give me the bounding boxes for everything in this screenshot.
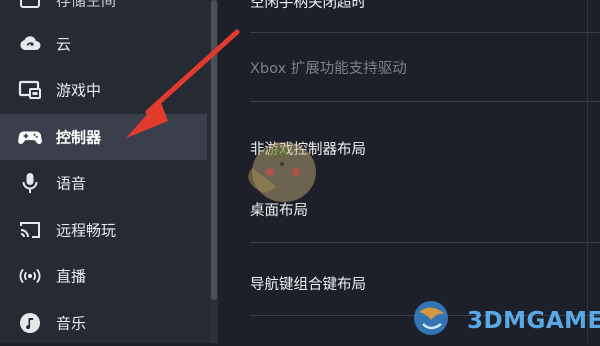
sidebar-item-label: 控制器 bbox=[56, 128, 102, 147]
mascot-watermark-icon bbox=[248, 142, 316, 202]
cast-screen-icon bbox=[18, 218, 42, 242]
sidebar-item-voice[interactable]: 语音 bbox=[0, 160, 207, 206]
sidebar-scrollbar-thumb[interactable] bbox=[211, 0, 217, 300]
microphone-icon bbox=[18, 171, 42, 195]
setting-label: 空闲手柄关闭超时 bbox=[250, 0, 366, 11]
setting-label: Xbox 扩展功能支持驱动 bbox=[250, 61, 407, 77]
sidebar-item-remote-play[interactable]: 远程畅玩 bbox=[0, 207, 207, 253]
sidebar-item-label: 远程畅玩 bbox=[56, 221, 117, 240]
brand-logo-icon bbox=[414, 301, 448, 335]
sidebar-item-label: 音乐 bbox=[56, 314, 87, 333]
broadcast-icon bbox=[18, 264, 42, 288]
divider bbox=[250, 101, 600, 102]
sidebar-item-storage[interactable]: 存储空间 bbox=[0, 0, 207, 23]
setting-row-xbox-driver: Xbox 扩展功能支持驱动 bbox=[250, 57, 600, 79]
divider bbox=[250, 242, 600, 243]
sidebar-item-broadcast[interactable]: 直播 bbox=[0, 253, 207, 299]
setting-row-idle-timeout[interactable]: 空闲手柄关闭超时 bbox=[250, 0, 600, 13]
setting-row-guide-chord-layout[interactable]: 导航键组合键布局 bbox=[250, 273, 600, 295]
in-game-overlay-icon bbox=[18, 78, 42, 102]
panel-edge-divider bbox=[587, 0, 588, 343]
brand-text: 3DMGAME bbox=[467, 308, 600, 334]
sidebar-item-cloud[interactable]: 云 bbox=[0, 21, 207, 67]
storage-icon bbox=[18, 0, 42, 12]
sidebar-item-music[interactable]: 音乐 bbox=[0, 300, 207, 346]
sidebar-item-label: 直播 bbox=[56, 267, 87, 286]
sidebar-item-label: 语音 bbox=[56, 174, 87, 193]
setting-label: 导航键组合键布局 bbox=[250, 277, 366, 293]
settings-sidebar: 存储空间 云 游戏中 控制器 语音 远程畅玩 直播 音乐 bbox=[0, 0, 218, 343]
sidebar-item-label: 游戏中 bbox=[56, 81, 102, 100]
divider bbox=[250, 32, 600, 33]
gamepad-icon bbox=[18, 125, 42, 149]
sidebar-item-label: 存储空间 bbox=[56, 0, 117, 10]
sidebar-item-in-game[interactable]: 游戏中 bbox=[0, 67, 207, 113]
cloud-sync-icon bbox=[18, 32, 42, 56]
music-note-icon bbox=[18, 311, 42, 335]
sidebar-item-controller[interactable]: 控制器 bbox=[0, 114, 207, 160]
brand-watermark: 3DMGAME bbox=[405, 296, 600, 343]
sidebar-item-label: 云 bbox=[56, 35, 72, 54]
